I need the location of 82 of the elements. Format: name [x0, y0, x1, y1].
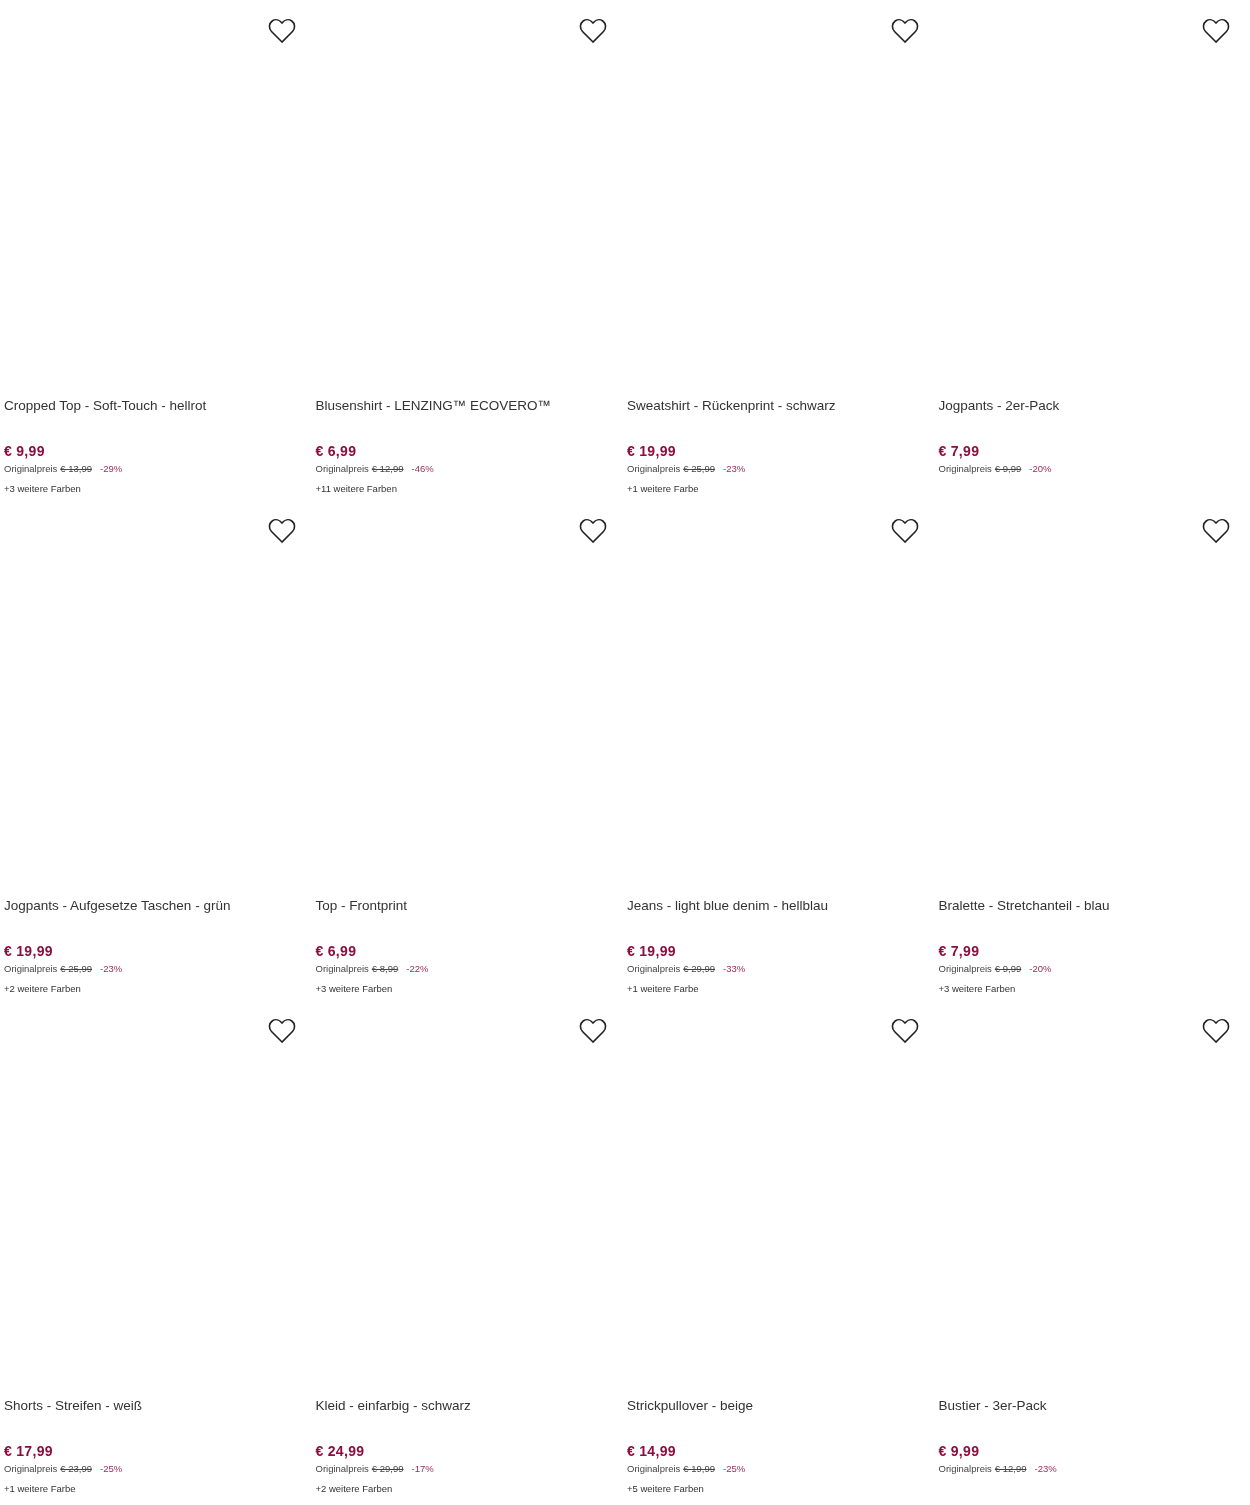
product-title[interactable]: Jeans - light blue denim - hellblau	[627, 897, 931, 937]
original-price: € 13,99	[60, 462, 93, 476]
discount-percent: -23%	[1034, 1462, 1057, 1476]
more-colors-text: +2 weitere Farben	[4, 982, 82, 996]
original-price: € 8,99	[371, 962, 399, 976]
discount-percent: -25%	[723, 1462, 746, 1476]
heart-icon[interactable]	[579, 518, 607, 544]
original-price-label: Originalpreis	[938, 462, 992, 476]
heart-icon[interactable]	[579, 1018, 607, 1044]
original-price-label: Originalpreis	[4, 462, 58, 476]
original-price-label: Originalpreis	[627, 962, 681, 976]
product-title[interactable]: Bustier - 3er-Pack	[938, 1397, 1242, 1437]
original-price-label: Originalpreis	[627, 462, 681, 476]
original-price-label: Originalpreis	[4, 962, 58, 976]
product-title[interactable]: Cropped Top - Soft-Touch - hellrot	[4, 397, 308, 437]
sale-price: € 19,99	[4, 942, 54, 960]
original-price: € 29,99	[683, 962, 716, 976]
sale-price: € 9,99	[4, 442, 46, 460]
original-price: € 12,99	[994, 1462, 1027, 1476]
discount-percent: -33%	[723, 962, 746, 976]
product-title[interactable]: Bralette - Stretchanteil - blau	[938, 897, 1242, 937]
original-price: € 9,99	[994, 462, 1022, 476]
heart-icon[interactable]	[579, 18, 607, 44]
original-price: € 19,99	[683, 1462, 716, 1476]
discount-percent: -25%	[100, 1462, 123, 1476]
more-colors-text: +2 weitere Farben	[315, 1482, 394, 1496]
heart-icon[interactable]	[267, 18, 296, 44]
original-price: € 12,99	[371, 462, 404, 476]
sale-price: € 7,99	[938, 442, 981, 460]
discount-percent: -20%	[1029, 462, 1052, 476]
original-price-label: Originalpreis	[315, 962, 369, 976]
sale-price: € 19,99	[627, 942, 677, 960]
original-price-label: Originalpreis	[315, 1462, 369, 1476]
discount-percent: -23%	[723, 462, 746, 476]
product-title[interactable]: Blusenshirt - LENZING™ ECOVERO™	[315, 397, 619, 437]
more-colors-text: +3 weitere Farben	[315, 982, 394, 996]
more-colors-text: +1 weitere Farbe	[4, 1482, 77, 1496]
heart-icon[interactable]	[267, 1018, 296, 1044]
more-colors-text: +11 weitere Farben	[315, 482, 398, 496]
sale-price: € 9,99	[938, 1442, 981, 1460]
original-price-label: Originalpreis	[315, 462, 369, 476]
sale-price: € 6,99	[315, 442, 358, 460]
heart-icon[interactable]	[1202, 18, 1230, 44]
heart-icon[interactable]	[890, 18, 919, 44]
sale-price: € 7,99	[938, 942, 981, 960]
sale-price: € 14,99	[627, 1442, 677, 1460]
heart-icon[interactable]	[890, 1018, 919, 1044]
sale-price: € 17,99	[4, 1442, 54, 1460]
product-title[interactable]: Top - Frontprint	[315, 897, 619, 937]
original-price: € 25,99	[60, 962, 93, 976]
sale-price: € 6,99	[315, 942, 358, 960]
original-price: € 25,99	[683, 462, 716, 476]
discount-percent: -46%	[411, 462, 434, 476]
more-colors-text: +5 weitere Farben	[627, 1482, 705, 1496]
original-price-label: Originalpreis	[938, 1462, 992, 1476]
product-title[interactable]: Jogpants - Aufgesetze Taschen - grün	[4, 897, 308, 937]
product-title[interactable]: Kleid - einfarbig - schwarz	[315, 1397, 619, 1437]
discount-percent: -29%	[100, 462, 123, 476]
product-title[interactable]: Sweatshirt - Rückenprint - schwarz	[627, 397, 931, 437]
product-title[interactable]: Strickpullover - beige	[627, 1397, 931, 1437]
more-colors-text: +3 weitere Farben	[938, 982, 1017, 996]
discount-percent: -20%	[1029, 962, 1052, 976]
discount-percent: -22%	[406, 962, 429, 976]
original-price: € 29,99	[371, 1462, 404, 1476]
original-price-label: Originalpreis	[627, 1462, 681, 1476]
heart-icon[interactable]	[1202, 1018, 1230, 1044]
discount-percent: -23%	[100, 962, 123, 976]
more-colors-text: +1 weitere Farbe	[627, 982, 700, 996]
sale-price: € 24,99	[315, 1442, 366, 1460]
heart-icon[interactable]	[890, 518, 919, 544]
original-price: € 9,99	[994, 962, 1022, 976]
product-title[interactable]: Shorts - Streifen - weiß	[4, 1397, 308, 1437]
sale-price: € 19,99	[627, 442, 677, 460]
heart-icon[interactable]	[267, 518, 296, 544]
more-colors-text: +1 weitere Farbe	[627, 482, 700, 496]
product-title[interactable]: Jogpants - 2er-Pack	[938, 397, 1242, 437]
original-price: € 23,99	[60, 1462, 93, 1476]
heart-icon[interactable]	[1202, 518, 1230, 544]
more-colors-text: +3 weitere Farben	[4, 482, 82, 496]
original-price-label: Originalpreis	[938, 962, 992, 976]
discount-percent: -17%	[411, 1462, 434, 1476]
original-price-label: Originalpreis	[4, 1462, 58, 1476]
